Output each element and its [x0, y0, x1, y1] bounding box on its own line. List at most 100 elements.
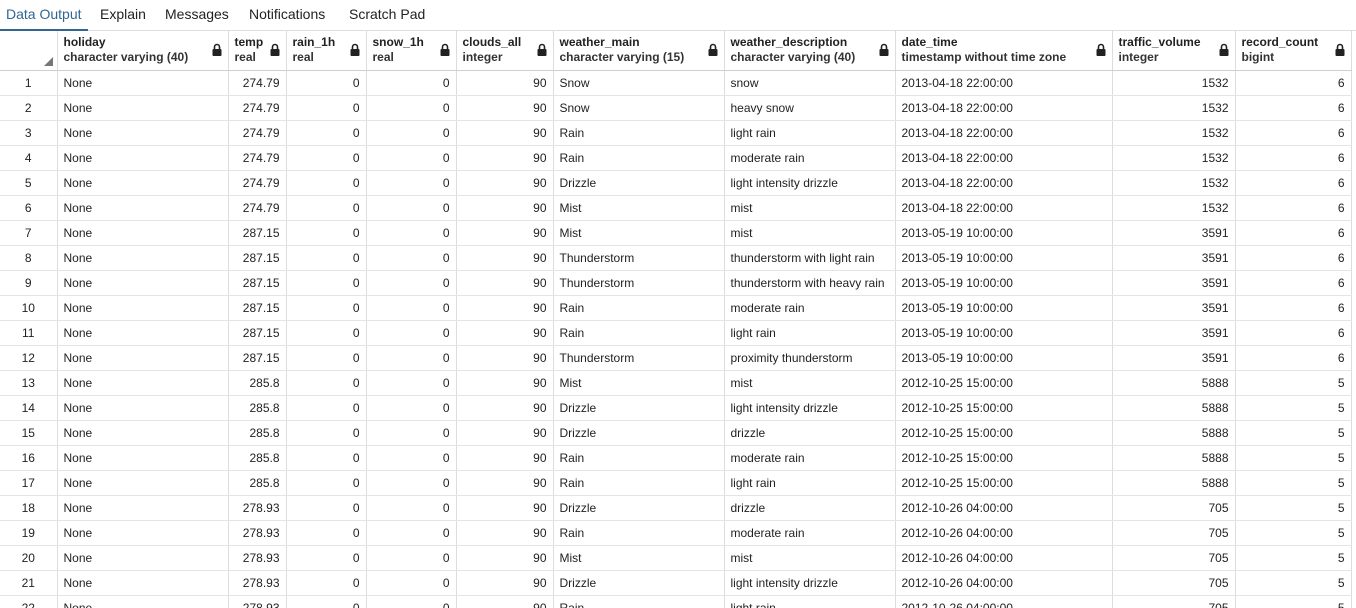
cell-temp[interactable]: 274.79	[228, 170, 287, 196]
cell-holiday[interactable]: None	[57, 245, 229, 271]
cell-weather-main[interactable]: Thunderstorm	[553, 345, 725, 371]
cell-traffic-volume[interactable]: 5888	[1112, 420, 1236, 446]
cell-record-count[interactable]: 5	[1235, 395, 1352, 421]
cell-weather-description[interactable]: snow	[724, 70, 896, 96]
row-number[interactable]: 19	[0, 520, 58, 546]
cell-holiday[interactable]: None	[57, 95, 229, 121]
cell-date-time[interactable]: 2012-10-26 04:00:00	[895, 545, 1113, 571]
cell-temp[interactable]: 285.8	[228, 370, 287, 396]
cell-clouds-all[interactable]: 90	[456, 295, 554, 321]
cell-record-count[interactable]: 6	[1235, 95, 1352, 121]
table-row[interactable]: 1 None 274.79 0 0 90 Snow snow 2013-04-18 22:00:…	[0, 70, 1352, 96]
cell-temp[interactable]: 274.79	[228, 145, 287, 171]
column-header-record-count[interactable]: record_count bigint	[1235, 31, 1352, 71]
row-number[interactable]: 11	[0, 320, 58, 346]
cell-record-count[interactable]: 5	[1235, 470, 1352, 496]
cell-traffic-volume[interactable]: 5888	[1112, 395, 1236, 421]
cell-snow-1h[interactable]: 0	[366, 295, 457, 321]
row-number[interactable]: 13	[0, 370, 58, 396]
cell-clouds-all[interactable]: 90	[456, 595, 554, 608]
cell-snow-1h[interactable]: 0	[366, 120, 457, 146]
cell-date-time[interactable]: 2012-10-25 15:00:00	[895, 420, 1113, 446]
cell-rain-1h[interactable]: 0	[286, 595, 367, 608]
cell-clouds-all[interactable]: 90	[456, 370, 554, 396]
cell-record-count[interactable]: 6	[1235, 245, 1352, 271]
cell-clouds-all[interactable]: 90	[456, 445, 554, 471]
cell-weather-description[interactable]: moderate rain	[724, 445, 896, 471]
cell-rain-1h[interactable]: 0	[286, 270, 367, 296]
row-number[interactable]: 3	[0, 120, 58, 146]
cell-holiday[interactable]: None	[57, 395, 229, 421]
cell-snow-1h[interactable]: 0	[366, 395, 457, 421]
cell-traffic-volume[interactable]: 3591	[1112, 270, 1236, 296]
cell-weather-main[interactable]: Drizzle	[553, 495, 725, 521]
cell-snow-1h[interactable]: 0	[366, 195, 457, 221]
cell-snow-1h[interactable]: 0	[366, 95, 457, 121]
cell-rain-1h[interactable]: 0	[286, 295, 367, 321]
select-all-corner[interactable]	[0, 31, 58, 71]
cell-holiday[interactable]: None	[57, 545, 229, 571]
cell-snow-1h[interactable]: 0	[366, 570, 457, 596]
cell-snow-1h[interactable]: 0	[366, 70, 457, 96]
cell-holiday[interactable]: None	[57, 295, 229, 321]
cell-weather-description[interactable]: drizzle	[724, 420, 896, 446]
cell-weather-main[interactable]: Mist	[553, 195, 725, 221]
cell-weather-main[interactable]: Rain	[553, 595, 725, 608]
row-number[interactable]: 20	[0, 545, 58, 571]
row-number[interactable]: 2	[0, 95, 58, 121]
cell-weather-description[interactable]: mist	[724, 220, 896, 246]
table-row[interactable]: 15 None 285.8 0 0 90 Drizzle drizzle 2012-10-25 …	[0, 420, 1352, 446]
cell-weather-description[interactable]: heavy snow	[724, 95, 896, 121]
cell-record-count[interactable]: 6	[1235, 170, 1352, 196]
cell-rain-1h[interactable]: 0	[286, 520, 367, 546]
cell-rain-1h[interactable]: 0	[286, 170, 367, 196]
cell-traffic-volume[interactable]: 5888	[1112, 470, 1236, 496]
cell-date-time[interactable]: 2013-04-18 22:00:00	[895, 145, 1113, 171]
cell-clouds-all[interactable]: 90	[456, 95, 554, 121]
cell-weather-description[interactable]: moderate rain	[724, 520, 896, 546]
cell-snow-1h[interactable]: 0	[366, 370, 457, 396]
cell-traffic-volume[interactable]: 705	[1112, 595, 1236, 608]
cell-weather-description[interactable]: light rain	[724, 120, 896, 146]
cell-weather-main[interactable]: Rain	[553, 120, 725, 146]
table-row[interactable]: 6 None 274.79 0 0 90 Mist mist 2013-04-18 22:00:…	[0, 195, 1352, 221]
column-header-temp[interactable]: temp real	[228, 31, 287, 71]
cell-record-count[interactable]: 5	[1235, 570, 1352, 596]
cell-snow-1h[interactable]: 0	[366, 495, 457, 521]
cell-weather-description[interactable]: light rain	[724, 470, 896, 496]
column-header-clouds-all[interactable]: clouds_all integer	[456, 31, 554, 71]
cell-date-time[interactable]: 2012-10-26 04:00:00	[895, 495, 1113, 521]
cell-holiday[interactable]: None	[57, 370, 229, 396]
cell-clouds-all[interactable]: 90	[456, 245, 554, 271]
cell-date-time[interactable]: 2012-10-25 15:00:00	[895, 395, 1113, 421]
cell-record-count[interactable]: 6	[1235, 220, 1352, 246]
cell-snow-1h[interactable]: 0	[366, 345, 457, 371]
row-number[interactable]: 17	[0, 470, 58, 496]
cell-holiday[interactable]: None	[57, 270, 229, 296]
cell-traffic-volume[interactable]: 3591	[1112, 220, 1236, 246]
cell-weather-main[interactable]: Rain	[553, 520, 725, 546]
cell-weather-description[interactable]: thunderstorm with light rain	[724, 245, 896, 271]
cell-rain-1h[interactable]: 0	[286, 220, 367, 246]
row-number[interactable]: 18	[0, 495, 58, 521]
cell-traffic-volume[interactable]: 705	[1112, 570, 1236, 596]
cell-date-time[interactable]: 2012-10-25 15:00:00	[895, 470, 1113, 496]
cell-weather-main[interactable]: Drizzle	[553, 420, 725, 446]
cell-clouds-all[interactable]: 90	[456, 320, 554, 346]
cell-rain-1h[interactable]: 0	[286, 545, 367, 571]
row-number[interactable]: 22	[0, 595, 58, 608]
cell-clouds-all[interactable]: 90	[456, 220, 554, 246]
cell-weather-description[interactable]: light rain	[724, 595, 896, 608]
cell-rain-1h[interactable]: 0	[286, 420, 367, 446]
cell-weather-main[interactable]: Rain	[553, 295, 725, 321]
cell-rain-1h[interactable]: 0	[286, 195, 367, 221]
table-row[interactable]: 14 None 285.8 0 0 90 Drizzle light intensity dr…	[0, 395, 1352, 421]
cell-traffic-volume[interactable]: 1532	[1112, 70, 1236, 96]
cell-temp[interactable]: 285.8	[228, 395, 287, 421]
cell-date-time[interactable]: 2012-10-26 04:00:00	[895, 570, 1113, 596]
cell-snow-1h[interactable]: 0	[366, 220, 457, 246]
cell-clouds-all[interactable]: 90	[456, 395, 554, 421]
cell-holiday[interactable]: None	[57, 170, 229, 196]
cell-rain-1h[interactable]: 0	[286, 245, 367, 271]
cell-holiday[interactable]: None	[57, 420, 229, 446]
